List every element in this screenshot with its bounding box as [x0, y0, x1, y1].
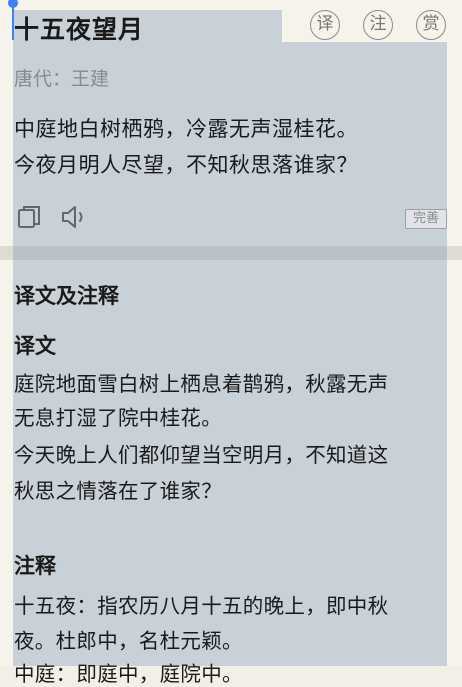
poem-author: 唐代：王建	[14, 68, 110, 90]
section-title: 译文及注释	[14, 284, 119, 308]
speaker-icon[interactable]	[60, 204, 88, 230]
section-divider	[0, 246, 462, 260]
poem-title: 十五夜望月	[14, 15, 145, 44]
poem-line: 今夜月明人尽望，不知秋思落谁家？	[14, 153, 358, 177]
copy-icon[interactable]	[16, 204, 42, 230]
appreciate-button[interactable]: 赏	[416, 10, 446, 40]
perfect-button[interactable]: 完善	[405, 209, 447, 229]
translation-line: 秋思之情落在了谁家？	[14, 479, 222, 503]
translation-line: 今天晚上人们都仰望当空明月，不知道这	[14, 443, 389, 467]
notes-line: 十五夜：指农历八月十五的晚上，即中秋	[14, 594, 389, 618]
translate-button[interactable]: 译	[310, 10, 340, 40]
translation-line: 无息打湿了院中桂花。	[14, 406, 222, 430]
notes-line: 中庭：即庭中，庭院中。	[14, 662, 243, 686]
annotate-button[interactable]: 注	[363, 10, 393, 40]
notes-line: 夜。杜郎中，名杜元颖。	[14, 629, 243, 653]
translation-line: 庭院地面雪白树上栖息着鹊鸦，秋露无声	[14, 372, 389, 396]
translation-title: 译文	[14, 334, 56, 358]
poem-line: 中庭地白树栖鸦，冷露无声湿桂花。	[14, 117, 358, 141]
notes-title: 注释	[14, 554, 56, 578]
